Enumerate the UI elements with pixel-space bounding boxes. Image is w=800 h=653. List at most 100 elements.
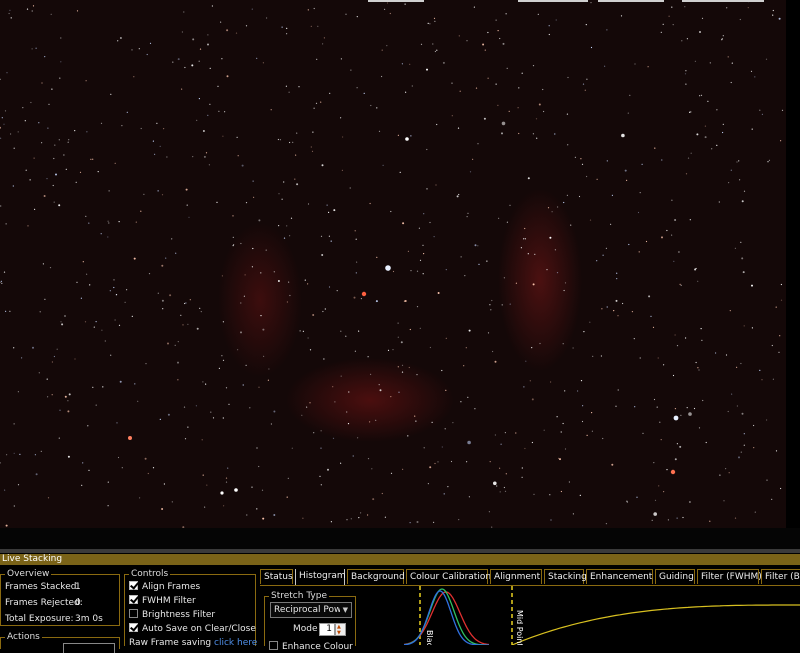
star	[566, 113, 569, 115]
star	[504, 432, 506, 434]
star	[289, 141, 291, 144]
tab-histogram[interactable]: Histogram	[295, 569, 346, 585]
brightness-filter-checkbox[interactable]: Brightness Filter	[129, 609, 215, 621]
enhance-colour-checkbox[interactable]: Enhance Colour	[269, 641, 353, 653]
star	[443, 493, 445, 495]
star	[496, 485, 498, 487]
star	[265, 249, 267, 251]
star	[313, 7, 315, 10]
star	[427, 483, 429, 485]
star	[401, 63, 403, 65]
auto-save-checkbox[interactable]: Auto Save on Clear/Close	[129, 623, 256, 635]
tab-alignment[interactable]: Alignment	[490, 569, 542, 584]
star	[320, 484, 322, 486]
star	[226, 29, 229, 32]
star	[143, 193, 145, 195]
star	[144, 457, 147, 460]
star	[3, 271, 6, 273]
fwhm-filter-checkbox[interactable]: FWHM Filter	[129, 595, 196, 607]
stretch-type-title: Stretch Type	[269, 590, 329, 602]
star	[249, 407, 251, 409]
star	[292, 141, 294, 143]
star	[679, 283, 681, 285]
star	[187, 426, 189, 428]
star	[187, 323, 189, 325]
star	[416, 306, 419, 308]
star	[663, 491, 665, 493]
star	[79, 171, 82, 173]
star	[307, 337, 309, 339]
star	[131, 49, 133, 51]
star	[256, 447, 258, 449]
stacked-image-preview[interactable]	[0, 0, 786, 529]
mode-stepper[interactable]: ▲ ▼	[335, 623, 346, 636]
tab-status[interactable]: Status	[260, 569, 293, 584]
star	[543, 110, 545, 113]
star	[754, 511, 756, 513]
checkbox-unchecked-icon	[269, 641, 278, 650]
star	[659, 421, 661, 423]
star	[582, 405, 584, 407]
star	[432, 43, 434, 45]
star	[673, 260, 675, 262]
star	[360, 512, 362, 514]
mode-input[interactable]: 1	[319, 623, 335, 636]
star	[0, 126, 1, 129]
star	[570, 224, 572, 226]
star	[307, 9, 309, 11]
histogram-plot[interactable]: Black Mid Point	[364, 586, 800, 645]
star	[542, 88, 544, 91]
star	[688, 412, 692, 416]
star	[240, 331, 242, 334]
star	[741, 200, 744, 203]
star	[65, 168, 67, 170]
raw-saving-link[interactable]: click here	[214, 638, 257, 648]
star	[563, 201, 565, 204]
star	[376, 107, 378, 109]
star	[167, 413, 170, 416]
tab-filter-brightness[interactable]: Filter (Brightness)	[761, 569, 800, 584]
action-button[interactable]	[63, 643, 115, 653]
star	[525, 360, 527, 362]
star	[4, 489, 6, 491]
panel-splitter[interactable]	[0, 549, 800, 553]
align-frames-checkbox[interactable]: Align Frames	[129, 581, 200, 593]
tab-background[interactable]: Background	[347, 569, 405, 584]
star	[251, 266, 253, 268]
star	[778, 17, 781, 20]
star	[9, 9, 11, 11]
star	[258, 465, 260, 468]
tab-stacking[interactable]: Stacking	[544, 569, 587, 584]
star	[224, 111, 226, 113]
tab-guiding[interactable]: Guiding	[655, 569, 695, 584]
star	[101, 329, 103, 331]
star	[323, 37, 325, 39]
star	[340, 330, 342, 332]
star	[422, 273, 424, 275]
tab-filter-fwhm[interactable]: Filter (FWHM)	[697, 569, 762, 584]
star	[689, 219, 691, 221]
star	[409, 522, 411, 524]
star	[751, 128, 753, 130]
star	[501, 132, 503, 135]
star	[547, 207, 550, 209]
star	[84, 321, 87, 323]
star	[780, 487, 782, 490]
star	[693, 407, 696, 410]
star	[560, 490, 563, 493]
star	[226, 75, 229, 78]
star	[583, 331, 585, 333]
star	[134, 383, 136, 385]
star	[722, 35, 724, 37]
star	[355, 272, 357, 274]
star	[620, 15, 623, 17]
star	[429, 466, 432, 469]
star	[433, 521, 435, 524]
tab-colour-calibration[interactable]: Colour Calibration	[406, 569, 491, 584]
star	[51, 394, 53, 396]
stretch-type-dropdown[interactable]: Reciprocal Power ▼	[270, 602, 352, 618]
bright-star	[405, 137, 409, 141]
star	[578, 195, 581, 198]
tab-enhancement[interactable]: Enhancement	[586, 569, 653, 584]
raw-saving-row: Raw Frame saving click here	[129, 637, 257, 649]
